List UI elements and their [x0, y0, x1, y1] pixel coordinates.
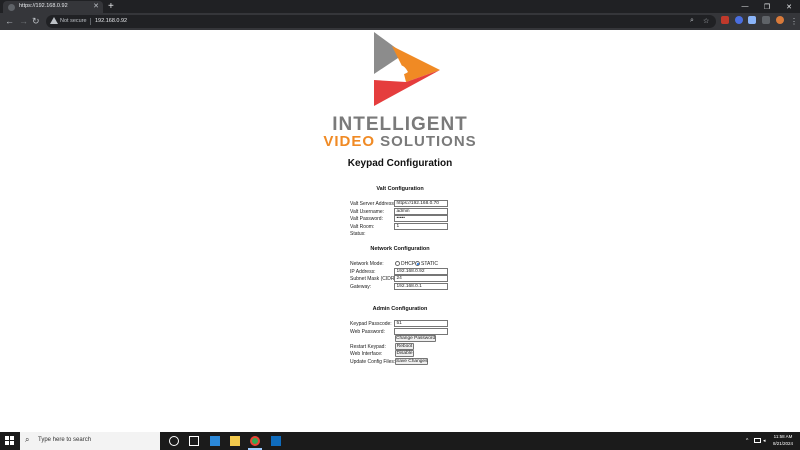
security-label[interactable]: Not secure [60, 18, 87, 24]
close-window-icon[interactable]: ✕ [778, 0, 800, 13]
extensions-puzzle-icon[interactable] [762, 16, 770, 24]
change-password-button[interactable]: Change Password [395, 335, 436, 342]
restart-label: Restart Keypad: [350, 343, 386, 350]
globe-icon [8, 4, 15, 11]
network-icon[interactable] [754, 438, 761, 443]
valt-section-title: Valt Configuration [376, 186, 424, 192]
save-changes-button[interactable]: Save Changes [395, 357, 428, 365]
valt-password-input[interactable]: ••••• [394, 215, 448, 222]
taskbar-search-box[interactable]: ⌕ Type here to search [20, 432, 160, 450]
menu-dots-icon[interactable]: ⋮ [790, 15, 798, 28]
profile-avatar[interactable] [776, 16, 784, 24]
logo-orange-shape [392, 46, 440, 82]
valt-username-input[interactable]: admin [394, 207, 448, 215]
passcode-label: Keypad Passcode: [350, 321, 392, 327]
valt-server-label: Valt Server Address: [350, 201, 396, 207]
network-section-title: Network Configuration [370, 246, 430, 252]
valt-username-label: Valt Username: [350, 208, 385, 215]
reload-icon[interactable]: ↻ [32, 15, 40, 28]
static-radio[interactable] [415, 261, 420, 266]
back-arrow-icon[interactable]: ← [5, 15, 14, 28]
valt-room-label: Valt Room: [350, 223, 375, 230]
browser-tab-bar: https://192.168.0.92 ✕ + — ❐ ✕ [0, 0, 800, 13]
ip-label: IP Address: [350, 268, 376, 275]
minimize-icon[interactable]: — [734, 0, 756, 13]
static-radio-label: STATIC [421, 261, 439, 267]
extension-icon[interactable] [748, 16, 756, 24]
network-mode-label: Network Mode: [350, 261, 384, 267]
valt-room-input[interactable]: 1 [394, 222, 448, 230]
reboot-button[interactable]: Reboot [395, 342, 414, 350]
url-text[interactable]: 192.168.0.92 [95, 18, 127, 24]
update-config-label: Update Config Files: [350, 358, 396, 365]
dhcp-radio-label: DHCP [401, 261, 416, 267]
taskbar-clock[interactable]: 11:58 AM 8/21/2024 [768, 434, 798, 447]
valt-password-label: Valt Password: [350, 216, 383, 222]
search-icon: ⌕ [25, 435, 30, 444]
file-explorer-icon[interactable] [230, 436, 240, 446]
zoom-extension-icon[interactable] [735, 16, 743, 24]
company-logo [374, 32, 440, 106]
admin-section-title: Admin Configuration [372, 306, 428, 312]
outlook-icon[interactable] [271, 436, 281, 446]
web-password-input[interactable] [394, 327, 448, 335]
browser-tab[interactable]: https://192.168.0.92 ✕ [3, 1, 103, 13]
volume-icon[interactable]: ◂ [763, 438, 766, 444]
dhcp-radio[interactable] [395, 261, 400, 266]
gateway-label: Gateway: [350, 283, 372, 290]
new-tab-button[interactable]: + [108, 0, 114, 13]
extension-icon[interactable] [721, 16, 729, 24]
browser-toolbar: ← → ↻ Not secure 192.168.0.92 ⌕ ☆ ⋮ [0, 13, 800, 30]
restore-icon[interactable]: ❐ [756, 0, 778, 13]
omnibox-divider [90, 18, 91, 25]
valt-server-input[interactable]: https://192.168.0.70 [394, 200, 448, 207]
store-icon[interactable] [210, 436, 220, 446]
address-bar[interactable]: Not secure 192.168.0.92 ⌕ ☆ [46, 15, 716, 28]
bookmark-star-icon[interactable]: ☆ [703, 17, 709, 25]
chrome-icon[interactable] [250, 436, 260, 446]
passcode-input[interactable]: 51 [394, 320, 448, 327]
search-placeholder: Type here to search [38, 437, 92, 443]
zoom-icon[interactable]: ⌕ [690, 17, 694, 25]
brand-rest-word: SOLUTIONS [375, 133, 477, 150]
subnet-label: Subnet Mask (CIDR): [350, 276, 398, 282]
tab-title: https://192.168.0.92 [19, 3, 68, 9]
task-view-icon[interactable] [189, 436, 199, 446]
forward-arrow-icon[interactable]: → [19, 15, 28, 28]
disable-button[interactable]: Disable [395, 350, 414, 357]
web-password-label: Web Password: [350, 328, 385, 335]
page-title: Keypad Configuration [347, 158, 453, 169]
subnet-input[interactable]: 24 [394, 275, 448, 282]
brand-accent-word: VIDEO [323, 133, 375, 150]
clock-date: 8/21/2024 [772, 440, 794, 446]
close-icon[interactable]: ✕ [93, 2, 99, 10]
window-controls: — ❐ ✕ [734, 0, 800, 13]
brand-name-line2: VIDEO SOLUTIONS [0, 133, 800, 150]
warning-icon [50, 17, 58, 24]
web-interface-label: Web Interface: [350, 351, 383, 357]
tray-chevron-icon[interactable]: ^ [746, 438, 748, 444]
valt-status-label: Status: [350, 231, 366, 237]
ip-input[interactable]: 192.168.0.92 [394, 267, 448, 275]
windows-taskbar: ⌕ Type here to search ^ ◂ 11:58 AM 8/21/… [0, 432, 800, 450]
windows-start-icon[interactable] [5, 436, 14, 445]
gateway-input[interactable]: 192.168.0.1 [394, 282, 448, 290]
cortana-icon[interactable] [169, 436, 179, 446]
